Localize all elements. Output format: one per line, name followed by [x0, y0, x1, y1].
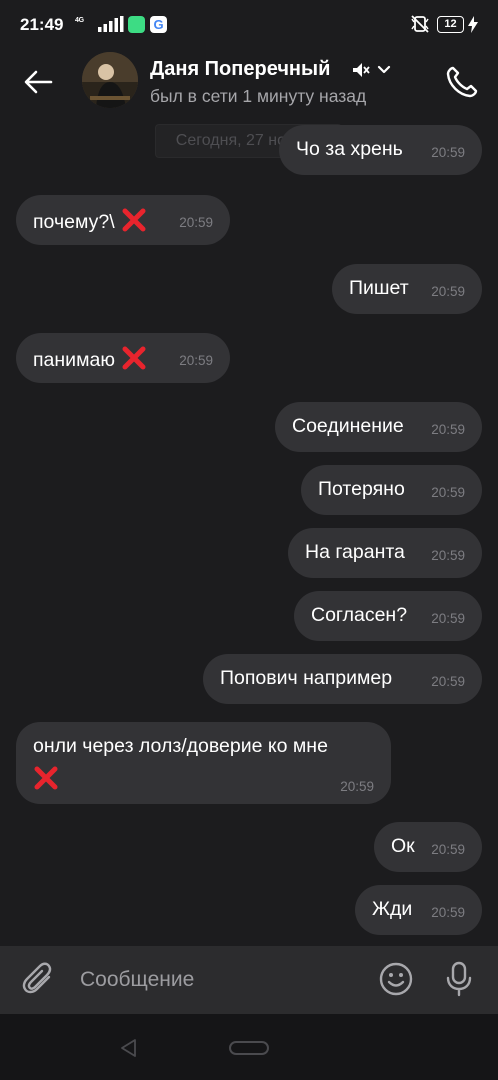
google-icon: G	[150, 16, 167, 33]
message-text: Чо за хрень	[296, 138, 403, 160]
message-bubble-outgoing[interactable]: Чо за хрень 20:59	[279, 125, 482, 175]
smiley-icon[interactable]	[378, 961, 414, 997]
message-text: Ок	[391, 835, 415, 857]
phone-icon[interactable]	[444, 64, 480, 100]
message-bubble-incoming[interactable]: панимаю 20:59	[16, 333, 230, 383]
message-text: На гаранта	[305, 541, 405, 563]
message-bubble-outgoing[interactable]: Попович например 20:59	[203, 654, 482, 704]
message-text: Жди	[372, 898, 413, 920]
contact-name[interactable]: Даня Поперечный	[150, 58, 330, 81]
message-time: 20:59	[431, 422, 465, 437]
message-text: почему?\	[33, 211, 115, 233]
message-composer	[0, 946, 498, 1014]
message-bubble-outgoing[interactable]: Потеряно 20:59	[301, 465, 482, 515]
bell-off-icon	[353, 63, 370, 77]
message-bubble-outgoing[interactable]: Ок 20:59	[374, 822, 482, 872]
message-text: панимаю	[33, 349, 115, 371]
nav-back-icon[interactable]	[118, 1037, 140, 1059]
red-cross-icon	[122, 346, 146, 370]
message-time: 20:59	[431, 842, 465, 857]
message-time: 20:59	[431, 674, 465, 689]
message-time: 20:59	[431, 284, 465, 299]
signal-icon	[98, 16, 124, 32]
chevron-down-icon[interactable]	[376, 62, 392, 78]
nav-home-button[interactable]	[229, 1041, 269, 1055]
message-bubble-outgoing[interactable]: На гаранта 20:59	[288, 528, 482, 578]
red-cross-icon	[122, 208, 146, 232]
avatar[interactable]	[82, 52, 138, 108]
message-time: 20:59	[431, 905, 465, 920]
message-text: Попович например	[220, 667, 393, 689]
message-text: Согласен?	[311, 604, 408, 626]
paperclip-icon[interactable]	[22, 962, 56, 996]
network-type: 4G	[75, 17, 84, 24]
message-bubble-outgoing[interactable]: Согласен? 20:59	[294, 591, 482, 641]
microphone-icon[interactable]	[444, 960, 474, 998]
silent-mode-icon	[411, 15, 429, 33]
message-time: 20:59	[431, 611, 465, 626]
message-time: 20:59	[179, 215, 213, 230]
message-bubble-outgoing[interactable]: Жди 20:59	[355, 885, 482, 935]
system-nav-bar	[0, 1014, 498, 1080]
message-text-wrap: панимаю	[33, 346, 147, 372]
status-time: 21:49	[20, 15, 64, 34]
arrow-left-icon[interactable]	[20, 64, 56, 100]
message-text: Потеряно	[318, 478, 405, 500]
message-time: 20:59	[340, 779, 374, 794]
chat-screen: 21:49 4G G 12 Даня Поперечный был в сети…	[0, 0, 498, 1080]
battery-icon: 12	[437, 16, 464, 33]
message-text: Пишет	[349, 277, 409, 299]
message-time: 20:59	[179, 353, 213, 368]
message-bubble-incoming[interactable]: почему?\ 20:59	[16, 195, 230, 245]
message-bubble-outgoing[interactable]: Соединение 20:59	[275, 402, 482, 452]
message-text-wrap: почему?\	[33, 208, 147, 234]
red-cross-icon	[34, 766, 58, 790]
message-bubble-outgoing[interactable]: Пишет 20:59	[332, 264, 482, 314]
avatar-photo-icon	[82, 52, 138, 108]
message-time: 20:59	[431, 145, 465, 160]
status-bar: 21:49 4G G 12	[0, 0, 498, 48]
message-input[interactable]	[80, 964, 360, 996]
message-list[interactable]: Сегодня, 27 ноября Чо за хрень 20:59 поч…	[0, 116, 498, 946]
message-text: онли через лолз/доверие ко мне	[33, 735, 328, 757]
failed-mark[interactable]	[33, 766, 59, 791]
app-notification-icon	[128, 16, 145, 33]
message-time: 20:59	[431, 485, 465, 500]
message-time: 20:59	[431, 548, 465, 563]
contact-status: был в сети 1 минуту назад	[150, 86, 367, 106]
chat-header: Даня Поперечный был в сети 1 минуту наза…	[0, 48, 498, 116]
charging-icon	[468, 16, 478, 33]
message-text: Соединение	[292, 415, 404, 437]
message-bubble-incoming[interactable]: онли через лолз/доверие ко мне 20:59	[16, 722, 391, 804]
